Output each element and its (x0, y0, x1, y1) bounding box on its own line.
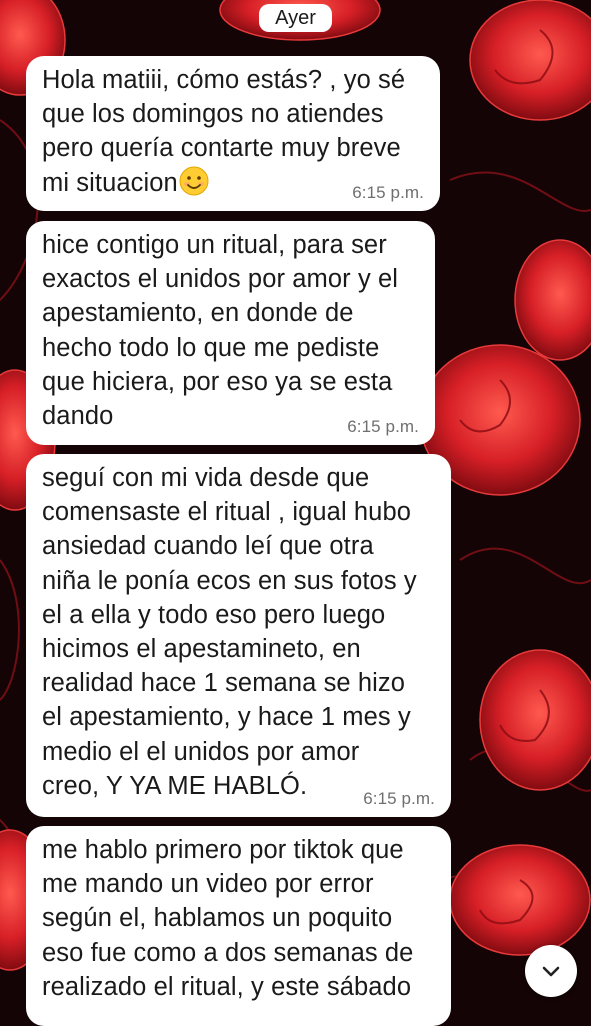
date-separator: Ayer (259, 4, 332, 32)
date-label: Ayer (275, 6, 316, 29)
message-bubble[interactable]: seguí con mi vida desde que comensaste e… (26, 454, 451, 817)
message-text: hice contigo un ritual, para ser exactos… (42, 231, 399, 431)
message-bubble[interactable]: Hola matiii, cómo estás? , yo sé que los… (26, 56, 440, 211)
message-timestamp: 6:15 p.m. (352, 183, 424, 202)
message-bubble[interactable]: me hablo primero por tiktok que me mando… (26, 826, 451, 1026)
message-text: seguí con mi vida desde que comensaste e… (42, 464, 417, 800)
message-text: me hablo primero por tiktok que me mando… (42, 836, 414, 1001)
chevron-down-icon (542, 966, 560, 977)
scroll-to-bottom-button[interactable] (525, 945, 577, 997)
smiling-face-emoji-icon (179, 166, 209, 196)
message-timestamp: 6:15 p.m. (347, 417, 419, 436)
message-timestamp: 6:15 p.m. (363, 789, 435, 808)
message-text: Hola matiii, cómo estás? , yo sé que los… (42, 66, 406, 197)
message-bubble[interactable]: hice contigo un ritual, para ser exactos… (26, 221, 435, 445)
